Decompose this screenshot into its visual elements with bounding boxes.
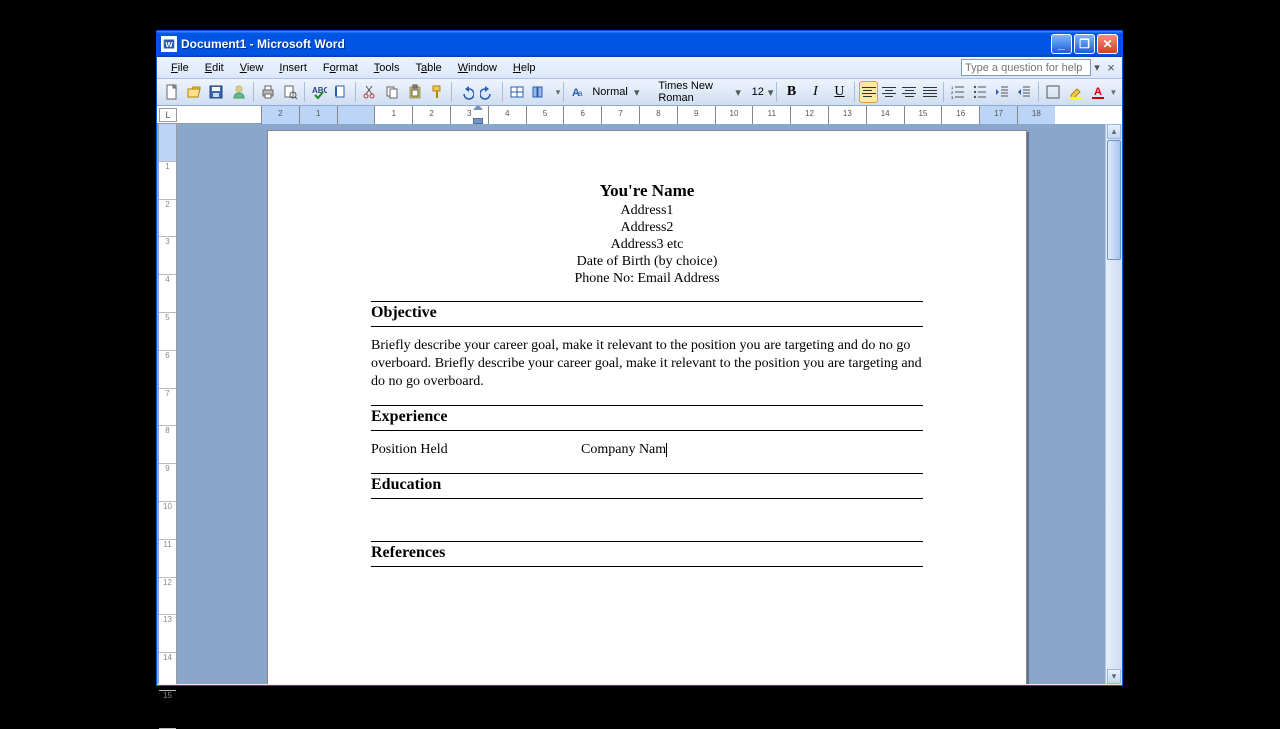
page-canvas[interactable]: You're Name Address1 Address2 Address3 e… [179, 124, 1104, 684]
print-preview-button[interactable] [280, 81, 300, 103]
italic-button[interactable]: I [804, 81, 826, 103]
help-dropdown-icon[interactable]: ▾ [1092, 61, 1102, 74]
font-size-selector[interactable]: 12▾ [749, 86, 773, 99]
menu-file[interactable]: FFileile [163, 60, 197, 76]
vertical-scrollbar[interactable]: ▴ ▾ [1105, 124, 1122, 684]
svg-text:3: 3 [951, 95, 954, 100]
save-button[interactable] [206, 81, 226, 103]
resume-name: You're Name [371, 181, 923, 201]
section-objective-body: Briefly describe your career goal, make … [371, 327, 923, 391]
svg-text:ABC: ABC [312, 86, 327, 95]
resume-address2: Address2 [371, 220, 923, 236]
svg-text:A: A [1094, 86, 1102, 98]
svg-text:a: a [578, 89, 583, 98]
cut-button[interactable] [360, 81, 380, 103]
menu-table[interactable]: Table [407, 60, 449, 76]
app-window: W Document1 - Microsoft Word _ ❐ ✕ FFile… [156, 30, 1123, 686]
section-education-title: Education [371, 474, 923, 499]
font-color-button[interactable]: A [1088, 81, 1108, 103]
paste-button[interactable] [404, 81, 424, 103]
highlight-button[interactable] [1066, 81, 1086, 103]
section-references-title: References [371, 542, 923, 567]
toolbar-options-icon[interactable]: ▾ [556, 87, 561, 98]
menu-tools[interactable]: Tools [366, 60, 408, 76]
titlebar: W Document1 - Microsoft Word _ ❐ ✕ [157, 31, 1122, 57]
tables-borders-button[interactable] [507, 81, 527, 103]
horizontal-ruler[interactable]: L 21123456789101112131415161718 [157, 106, 1122, 124]
menubar: FFileile Edit View Insert Format Tools T… [157, 57, 1122, 79]
maximize-button[interactable]: ❐ [1074, 34, 1095, 54]
chevron-down-icon: ▾ [734, 86, 742, 99]
copy-button[interactable] [382, 81, 402, 103]
font-selector[interactable]: Times New Roman▾ [655, 80, 745, 104]
chevron-down-icon: ▾ [632, 86, 642, 99]
align-left-button[interactable] [859, 81, 877, 103]
chevron-down-icon: ▾ [768, 86, 774, 99]
new-document-button[interactable] [162, 81, 182, 103]
tab-selector[interactable]: L [159, 108, 177, 122]
experience-position: Position Held [371, 441, 581, 459]
window-title: Document1 - Microsoft Word [181, 37, 345, 51]
menu-edit[interactable]: Edit [197, 60, 232, 76]
align-right-button[interactable] [900, 81, 918, 103]
document-page[interactable]: You're Name Address1 Address2 Address3 e… [267, 130, 1027, 684]
text-cursor [666, 443, 667, 457]
document-area: 123456789101112131415 You're Name Addres… [157, 124, 1122, 684]
scroll-thumb[interactable] [1107, 140, 1121, 260]
menu-insert[interactable]: Insert [271, 60, 315, 76]
resume-address3: Address3 etc [371, 237, 923, 253]
help-search-input[interactable] [961, 59, 1091, 76]
close-button[interactable]: ✕ [1097, 34, 1118, 54]
research-button[interactable] [331, 81, 351, 103]
menu-help[interactable]: Help [505, 60, 544, 76]
toolbar-options-icon[interactable]: ▾ [1109, 87, 1118, 98]
minimize-button[interactable]: _ [1051, 34, 1072, 54]
format-painter-button[interactable] [427, 81, 447, 103]
word-app-icon: W [161, 36, 177, 52]
menu-view[interactable]: View [232, 60, 272, 76]
bullets-button[interactable] [970, 81, 990, 103]
scroll-up-button[interactable]: ▴ [1107, 124, 1121, 139]
bold-button[interactable]: B [780, 81, 802, 103]
borders-button[interactable] [1043, 81, 1063, 103]
menu-window[interactable]: Window [450, 60, 505, 76]
spellcheck-button[interactable]: ABC [309, 81, 329, 103]
section-experience-title: Experience [371, 406, 923, 431]
style-selector[interactable]: Normal▾ [589, 86, 651, 99]
underline-button[interactable]: U [828, 81, 850, 103]
experience-company: Company Nam [581, 442, 666, 457]
scroll-down-button[interactable]: ▾ [1107, 669, 1121, 684]
numbering-button[interactable]: 123 [948, 81, 968, 103]
permission-button[interactable] [229, 81, 249, 103]
section-objective-title: Objective [371, 302, 923, 327]
resume-dob: Date of Birth (by choice) [371, 254, 923, 270]
resume-contact: Phone No: Email Address [371, 271, 923, 287]
styles-pane-button[interactable]: Aa [568, 81, 588, 103]
columns-button[interactable] [529, 81, 549, 103]
undo-button[interactable] [456, 81, 476, 103]
redo-button[interactable] [478, 81, 498, 103]
open-button[interactable] [184, 81, 204, 103]
svg-text:W: W [165, 40, 173, 49]
align-center-button[interactable] [880, 81, 898, 103]
close-pane-button[interactable]: × [1104, 60, 1118, 75]
decrease-indent-button[interactable] [992, 81, 1012, 103]
resume-address1: Address1 [371, 203, 923, 219]
vertical-ruler[interactable]: 123456789101112131415 [159, 124, 177, 684]
increase-indent-button[interactable] [1014, 81, 1034, 103]
toolbar: ABC ▾ Aa Normal▾ Times New Roman▾ 12▾ [157, 79, 1122, 106]
print-button[interactable] [258, 81, 278, 103]
align-justify-button[interactable] [920, 81, 938, 103]
menu-format[interactable]: Format [315, 60, 366, 76]
